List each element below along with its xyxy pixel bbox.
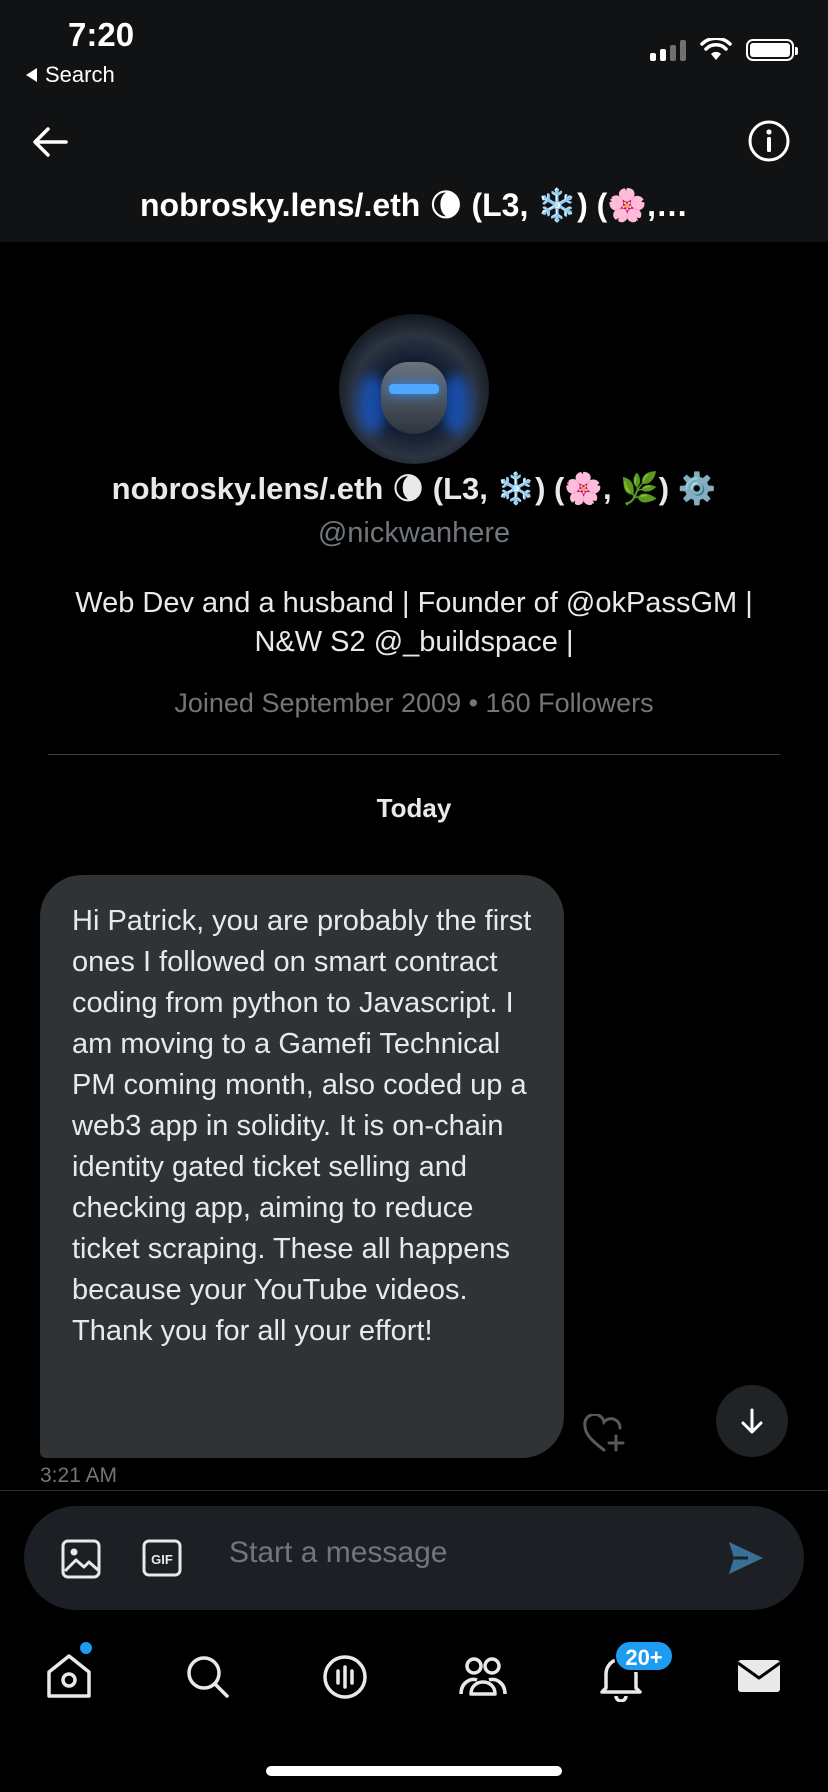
- messages-envelope-icon[interactable]: [733, 1650, 785, 1702]
- spaces-icon[interactable]: [319, 1650, 371, 1702]
- profile-bio: Web Dev and a husband | Founder of @okPa…: [40, 584, 788, 662]
- composer-divider: [0, 1490, 828, 1491]
- notifications-badge: 20+: [614, 1640, 674, 1672]
- communities-icon[interactable]: [457, 1650, 509, 1702]
- profile-display-name[interactable]: nobrosky.lens/.eth 🌘 (L3, ❄️) (🌸, 🌿) ⚙️: [0, 470, 828, 507]
- back-to-search-link[interactable]: Search: [26, 62, 115, 88]
- date-separator: Today: [376, 793, 452, 823]
- bio-line: Web Dev and a husband | Founder of @okPa…: [75, 587, 753, 619]
- wifi-icon: [700, 38, 732, 60]
- status-icons: [650, 38, 798, 62]
- home-icon[interactable]: [43, 1650, 95, 1702]
- back-arrow-icon[interactable]: [28, 120, 72, 164]
- bottom-tab-bar: 20+: [0, 1630, 828, 1720]
- profile-handle[interactable]: @nickwanhere: [0, 517, 828, 550]
- divider: [48, 754, 780, 755]
- conversation-title[interactable]: nobrosky.lens/.eth 🌘 (L3, ❄️) (🌸,…: [0, 186, 828, 224]
- received-message-bubble[interactable]: Hi Patrick, you are probably the first o…: [40, 875, 564, 1458]
- info-icon[interactable]: [746, 118, 792, 164]
- add-reaction-heart-icon[interactable]: [582, 1414, 626, 1454]
- back-to-search-label: Search: [45, 62, 115, 87]
- message-composer: GIF Start a message: [24, 1506, 804, 1610]
- gif-icon[interactable]: GIF: [142, 1539, 182, 1577]
- message-input[interactable]: Start a message: [229, 1536, 447, 1570]
- home-unread-dot: [80, 1642, 92, 1654]
- status-time: 7:20: [68, 16, 135, 53]
- search-icon[interactable]: [181, 1650, 233, 1702]
- battery-icon: [746, 39, 798, 61]
- profile-join-and-followers: Joined September 2009 • 160 Followers: [174, 688, 654, 718]
- message-timestamp: 3:21 AM: [40, 1464, 118, 1487]
- svg-text:GIF: GIF: [151, 1552, 173, 1567]
- conversation-header: nobrosky.lens/.eth 🌘 (L3, ❄️) (🌸,…: [0, 100, 828, 242]
- home-indicator[interactable]: [266, 1766, 562, 1776]
- image-icon[interactable]: [60, 1538, 102, 1580]
- scroll-to-bottom-button[interactable]: [716, 1385, 788, 1457]
- bio-line: N&W S2 @_buildspace |: [254, 626, 574, 658]
- status-bar: 7:20 Search: [0, 0, 828, 100]
- profile-avatar[interactable]: [339, 314, 489, 464]
- arrow-down-icon: [741, 1408, 763, 1434]
- cellular-signal-icon: [650, 39, 686, 61]
- back-triangle-icon: [26, 68, 37, 82]
- send-icon[interactable]: [726, 1538, 766, 1578]
